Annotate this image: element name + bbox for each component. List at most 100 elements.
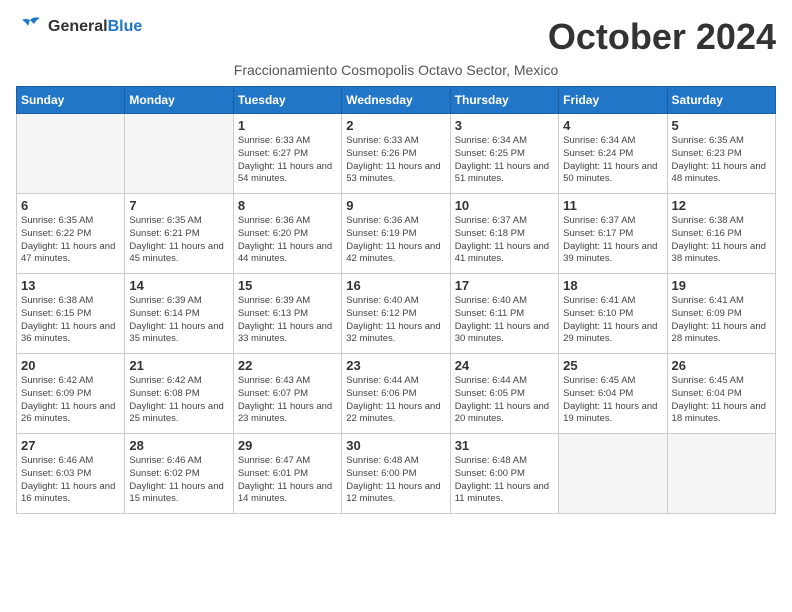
calendar-cell: 7Sunrise: 6:35 AMSunset: 6:21 PMDaylight… — [125, 194, 233, 274]
calendar-cell: 3 Sunrise: 6:34 AMSunset: 6:25 PMDaylight… — [450, 114, 558, 194]
day-number: 21 — [129, 358, 228, 373]
calendar-cell: 20 Sunrise: 6:42 AMSunset: 6:09 PMDayligh… — [17, 354, 125, 434]
weekday-thursday: Thursday — [450, 87, 558, 114]
day-info: Sunrise: 6:33 AMSunset: 6:26 PMDaylight:… — [346, 135, 445, 186]
calendar-cell: 23Sunrise: 6:44 AMSunset: 6:06 PMDayligh… — [342, 354, 450, 434]
day-info: Sunrise: 6:37 AMSunset: 6:17 PMDaylight:… — [563, 215, 662, 266]
day-info: Sunrise: 6:38 AMSunset: 6:15 PMDaylight:… — [21, 295, 120, 346]
calendar-cell: 19 Sunrise: 6:41 AMSunset: 6:09 PMDayligh… — [667, 274, 775, 354]
logo-general: General — [48, 18, 108, 35]
month-title: October 2024 — [548, 16, 776, 58]
calendar-cell — [559, 434, 667, 514]
day-info: Sunrise: 6:35 AMSunset: 6:22 PMDaylight:… — [21, 215, 120, 266]
calendar-cell: 29Sunrise: 6:47 AMSunset: 6:01 PMDayligh… — [233, 434, 341, 514]
day-info: Sunrise: 6:46 AMSunset: 6:03 PMDaylight:… — [21, 455, 120, 506]
day-info: Sunrise: 6:40 AMSunset: 6:12 PMDaylight:… — [346, 295, 445, 346]
day-info: Sunrise: 6:33 AMSunset: 6:27 PMDaylight:… — [238, 135, 337, 186]
day-info: Sunrise: 6:34 AMSunset: 6:24 PMDaylight:… — [563, 135, 662, 186]
calendar-cell: 14 Sunrise: 6:39 AMSunset: 6:14 PMDayligh… — [125, 274, 233, 354]
day-info: Sunrise: 6:34 AMSunset: 6:25 PMDaylight:… — [455, 135, 554, 186]
day-number: 30 — [346, 438, 445, 453]
calendar-cell: 27 Sunrise: 6:46 AMSunset: 6:03 PMDayligh… — [17, 434, 125, 514]
day-number: 24 — [455, 358, 554, 373]
day-number: 26 — [672, 358, 771, 373]
calendar-week-row: 13 Sunrise: 6:38 AMSunset: 6:15 PMDayligh… — [17, 274, 776, 354]
day-info: Sunrise: 6:35 AMSunset: 6:23 PMDaylight:… — [672, 135, 771, 186]
day-number: 19 — [672, 278, 771, 293]
day-number: 9 — [346, 198, 445, 213]
calendar-week-row: 1 Sunrise: 6:33 AMSunset: 6:27 PMDaylight… — [17, 114, 776, 194]
day-info: Sunrise: 6:43 AMSunset: 6:07 PMDaylight:… — [238, 375, 337, 426]
logo-bird-icon — [16, 16, 44, 38]
day-info: Sunrise: 6:44 AMSunset: 6:05 PMDaylight:… — [455, 375, 554, 426]
day-number: 14 — [129, 278, 228, 293]
day-info: Sunrise: 6:46 AMSunset: 6:02 PMDaylight:… — [129, 455, 228, 506]
day-info: Sunrise: 6:37 AMSunset: 6:18 PMDaylight:… — [455, 215, 554, 266]
day-number: 18 — [563, 278, 662, 293]
weekday-tuesday: Tuesday — [233, 87, 341, 114]
day-number: 6 — [21, 198, 120, 213]
day-info: Sunrise: 6:48 AMSunset: 6:00 PMDaylight:… — [455, 455, 554, 506]
calendar-cell: 22 Sunrise: 6:43 AMSunset: 6:07 PMDayligh… — [233, 354, 341, 434]
day-number: 17 — [455, 278, 554, 293]
day-number: 20 — [21, 358, 120, 373]
day-info: Sunrise: 6:36 AMSunset: 6:19 PMDaylight:… — [346, 215, 445, 266]
day-number: 29 — [238, 438, 337, 453]
calendar-cell — [17, 114, 125, 194]
calendar-cell: 18 Sunrise: 6:41 AMSunset: 6:10 PMDayligh… — [559, 274, 667, 354]
day-number: 1 — [238, 118, 337, 133]
day-info: Sunrise: 6:45 AMSunset: 6:04 PMDaylight:… — [563, 375, 662, 426]
calendar-cell: 30 Sunrise: 6:48 AMSunset: 6:00 PMDayligh… — [342, 434, 450, 514]
page-header: GeneralBlue October 2024 — [16, 16, 776, 58]
day-number: 3 — [455, 118, 554, 133]
calendar-cell: 12Sunrise: 6:38 AMSunset: 6:16 PMDayligh… — [667, 194, 775, 274]
calendar-cell: 10 Sunrise: 6:37 AMSunset: 6:18 PMDayligh… — [450, 194, 558, 274]
logo-blue: Blue — [108, 18, 143, 35]
day-info: Sunrise: 6:40 AMSunset: 6:11 PMDaylight:… — [455, 295, 554, 346]
day-number: 22 — [238, 358, 337, 373]
day-info: Sunrise: 6:41 AMSunset: 6:09 PMDaylight:… — [672, 295, 771, 346]
day-number: 13 — [21, 278, 120, 293]
day-number: 11 — [563, 198, 662, 213]
day-number: 12 — [672, 198, 771, 213]
day-info: Sunrise: 6:41 AMSunset: 6:10 PMDaylight:… — [563, 295, 662, 346]
calendar-cell: 4 Sunrise: 6:34 AMSunset: 6:24 PMDaylight… — [559, 114, 667, 194]
calendar-cell — [125, 114, 233, 194]
calendar-cell: 6 Sunrise: 6:35 AMSunset: 6:22 PMDaylight… — [17, 194, 125, 274]
calendar-cell: 15Sunrise: 6:39 AMSunset: 6:13 PMDayligh… — [233, 274, 341, 354]
calendar-week-row: 27 Sunrise: 6:46 AMSunset: 6:03 PMDayligh… — [17, 434, 776, 514]
day-info: Sunrise: 6:42 AMSunset: 6:09 PMDaylight:… — [21, 375, 120, 426]
day-info: Sunrise: 6:48 AMSunset: 6:00 PMDaylight:… — [346, 455, 445, 506]
calendar-cell: 26Sunrise: 6:45 AMSunset: 6:04 PMDayligh… — [667, 354, 775, 434]
day-number: 5 — [672, 118, 771, 133]
day-info: Sunrise: 6:44 AMSunset: 6:06 PMDaylight:… — [346, 375, 445, 426]
calendar-cell: 28Sunrise: 6:46 AMSunset: 6:02 PMDayligh… — [125, 434, 233, 514]
calendar-cell: 11 Sunrise: 6:37 AMSunset: 6:17 PMDayligh… — [559, 194, 667, 274]
calendar-week-row: 20 Sunrise: 6:42 AMSunset: 6:09 PMDayligh… — [17, 354, 776, 434]
day-number: 27 — [21, 438, 120, 453]
day-info: Sunrise: 6:35 AMSunset: 6:21 PMDaylight:… — [129, 215, 228, 266]
day-number: 8 — [238, 198, 337, 213]
weekday-saturday: Saturday — [667, 87, 775, 114]
weekday-wednesday: Wednesday — [342, 87, 450, 114]
calendar-cell: 17 Sunrise: 6:40 AMSunset: 6:11 PMDayligh… — [450, 274, 558, 354]
day-number: 31 — [455, 438, 554, 453]
day-number: 25 — [563, 358, 662, 373]
day-number: 16 — [346, 278, 445, 293]
day-number: 4 — [563, 118, 662, 133]
calendar-cell: 5 Sunrise: 6:35 AMSunset: 6:23 PMDaylight… — [667, 114, 775, 194]
calendar-cell: 1 Sunrise: 6:33 AMSunset: 6:27 PMDaylight… — [233, 114, 341, 194]
day-number: 2 — [346, 118, 445, 133]
day-info: Sunrise: 6:36 AMSunset: 6:20 PMDaylight:… — [238, 215, 337, 266]
day-number: 10 — [455, 198, 554, 213]
calendar-cell: 16 Sunrise: 6:40 AMSunset: 6:12 PMDayligh… — [342, 274, 450, 354]
logo: GeneralBlue — [16, 16, 142, 38]
day-info: Sunrise: 6:39 AMSunset: 6:14 PMDaylight:… — [129, 295, 228, 346]
calendar-cell: 25 Sunrise: 6:45 AMSunset: 6:04 PMDayligh… — [559, 354, 667, 434]
calendar-table: SundayMondayTuesdayWednesdayThursdayFrid… — [16, 86, 776, 514]
calendar-cell: 2 Sunrise: 6:33 AMSunset: 6:26 PMDaylight… — [342, 114, 450, 194]
calendar-cell: 9 Sunrise: 6:36 AMSunset: 6:19 PMDaylight… — [342, 194, 450, 274]
calendar-cell — [667, 434, 775, 514]
weekday-header-row: SundayMondayTuesdayWednesdayThursdayFrid… — [17, 87, 776, 114]
calendar-cell: 8 Sunrise: 6:36 AMSunset: 6:20 PMDaylight… — [233, 194, 341, 274]
